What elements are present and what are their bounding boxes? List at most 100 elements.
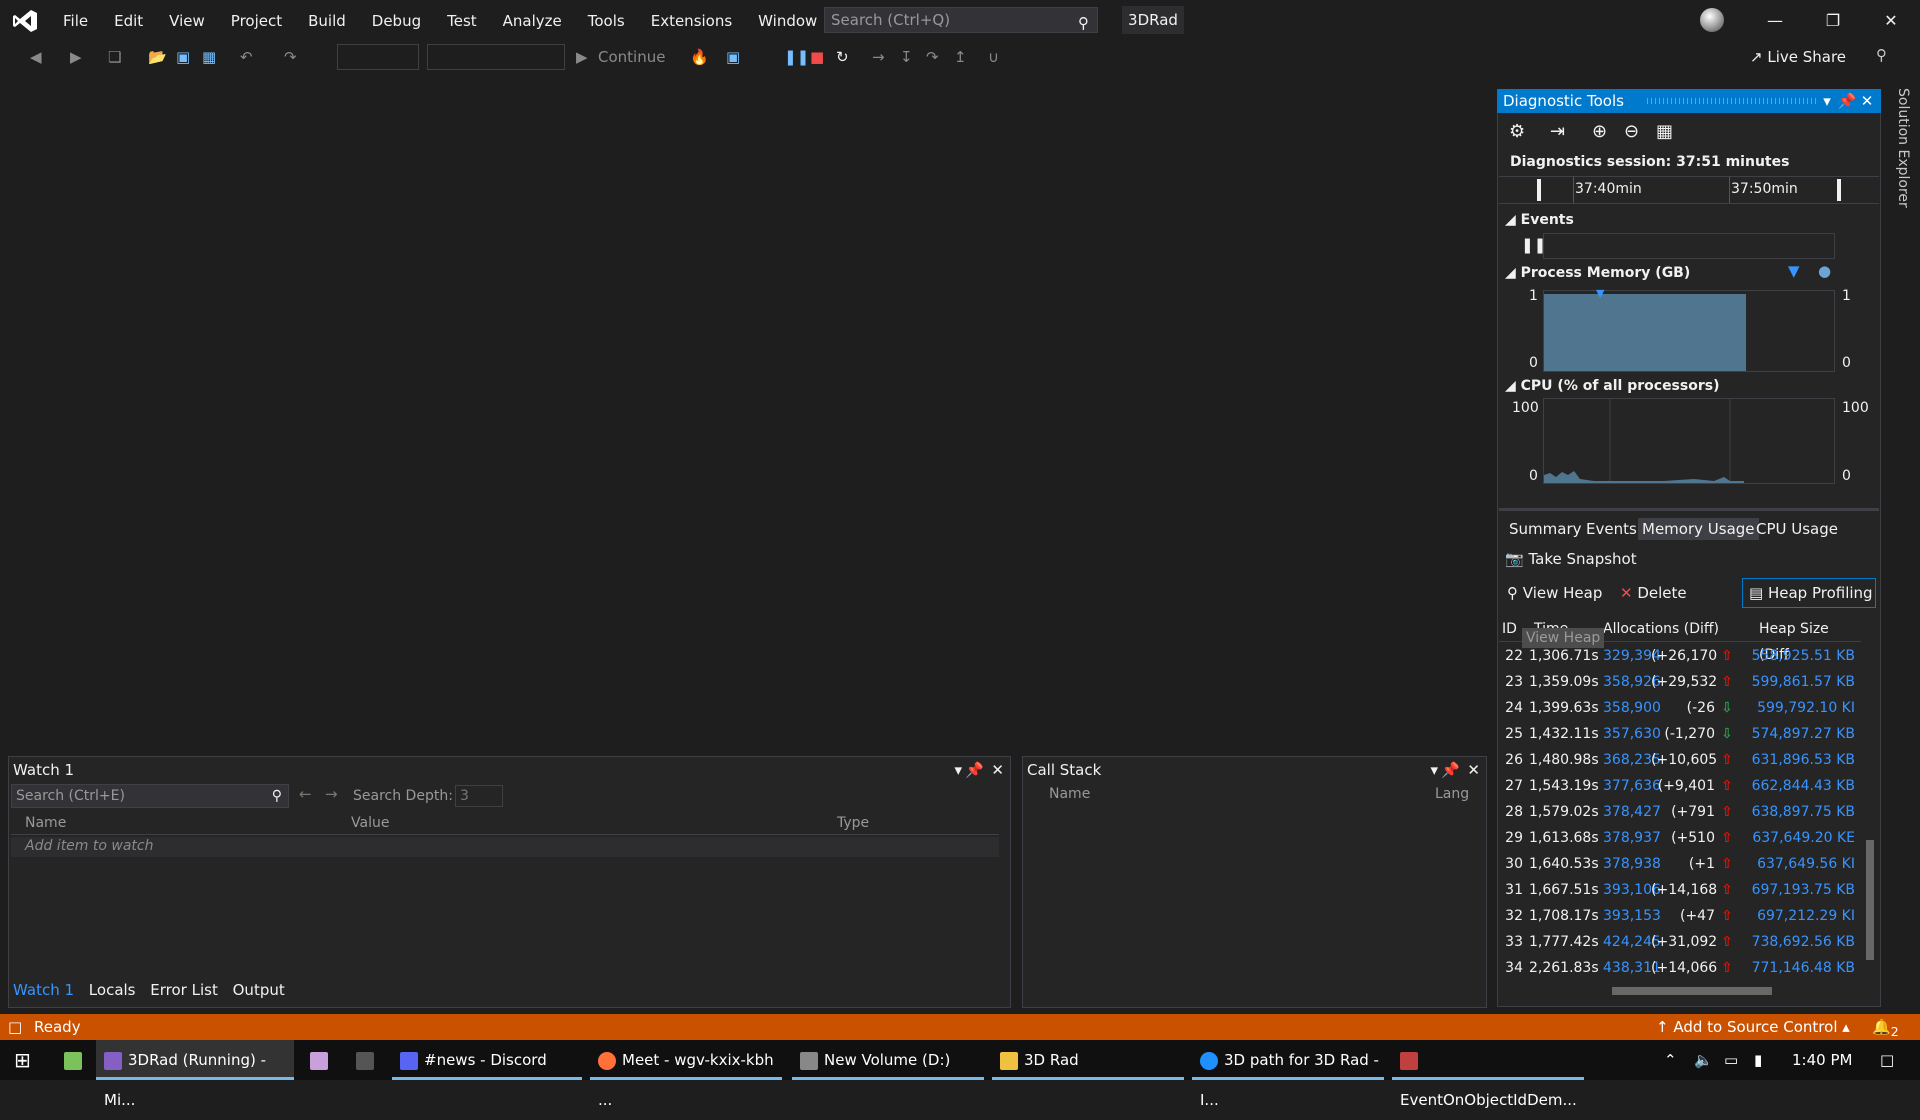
- screenshot-icon[interactable]: ▣: [726, 46, 740, 68]
- live-share-button[interactable]: ↗ Live Share: [1750, 48, 1846, 66]
- menu-debug[interactable]: Debug: [359, 0, 434, 42]
- snapshot-allocations-link[interactable]: 368,235: [1603, 747, 1661, 773]
- taskbar-item-firefox[interactable]: Meet - wgv-kxix-kbh ...: [590, 1040, 782, 1109]
- col-id[interactable]: ID: [1502, 616, 1517, 642]
- export-icon[interactable]: ⇥: [1550, 121, 1565, 142]
- menu-edit[interactable]: Edit: [101, 0, 156, 42]
- tab-summary[interactable]: Summary: [1509, 520, 1582, 538]
- menu-extensions[interactable]: Extensions: [638, 0, 745, 42]
- snipping-tool-icon[interactable]: [348, 1040, 380, 1080]
- pin-icon[interactable]: 📌: [1441, 761, 1460, 779]
- tab-output[interactable]: Output: [233, 981, 285, 999]
- feedback-icon[interactable]: ⚲: [1876, 46, 1887, 64]
- tab-error-list[interactable]: Error List: [150, 981, 218, 999]
- watch-search-input[interactable]: Search (Ctrl+E) ⚲: [11, 784, 289, 808]
- taskbar-item-3drad[interactable]: 3D Rad: [992, 1040, 1184, 1080]
- col-allocations[interactable]: Allocations (Diff): [1603, 616, 1719, 642]
- continue-icon[interactable]: ▶: [576, 46, 588, 68]
- snapshot-row[interactable]: 30 1,640.53s 378,938 (+1 ⇧ 637,649.56 KI: [1499, 851, 1857, 877]
- snapshot-allocations-link[interactable]: 378,427: [1603, 799, 1661, 825]
- snapshot-row[interactable]: 29 1,613.68s 378,937 (+510 ⇧ 637,649.20 KE: [1499, 825, 1857, 851]
- settings-icon[interactable]: ⚙: [1509, 121, 1525, 142]
- pin-icon[interactable]: 📌: [965, 761, 984, 779]
- save-all-icon[interactable]: ▦: [202, 46, 216, 68]
- col-value[interactable]: Value: [351, 815, 389, 831]
- delete-button[interactable]: ✕ Delete: [1620, 584, 1687, 602]
- restart-icon[interactable]: ↻: [836, 46, 849, 68]
- search-depth-select[interactable]: 3: [455, 785, 503, 807]
- snapshot-allocations-link[interactable]: 378,937: [1603, 825, 1661, 851]
- snapshot-heap-size-link[interactable]: 771,146.48 KB: [1741, 955, 1855, 981]
- action-center-icon[interactable]: □: [1872, 1040, 1894, 1080]
- events-section-header[interactable]: ◢ Events: [1505, 212, 1574, 228]
- snapshot-allocations-link[interactable]: 424,245: [1603, 929, 1661, 955]
- menu-tools[interactable]: Tools: [575, 0, 638, 42]
- show-next-statement-icon[interactable]: →: [872, 46, 885, 68]
- tab-cpu-usage[interactable]: CPU Usage: [1756, 520, 1838, 538]
- close-icon[interactable]: ✕: [991, 761, 1004, 779]
- taskbar-item-visual-studio[interactable]: 3DRad (Running) - Mi...: [96, 1040, 294, 1109]
- snapshot-allocations-link[interactable]: 438,311: [1603, 955, 1661, 981]
- undo-icon[interactable]: ↶: [240, 46, 253, 68]
- zoom-in-icon[interactable]: ⊕: [1592, 121, 1607, 142]
- add-item-placeholder[interactable]: Add item to watch: [25, 838, 153, 854]
- snapshot-scrollbar[interactable]: [1863, 616, 1877, 980]
- chart-icon[interactable]: ▦: [1656, 121, 1673, 142]
- volume-icon[interactable]: 🔈: [1686, 1040, 1713, 1080]
- tab-locals[interactable]: Locals: [89, 981, 136, 999]
- stop-icon[interactable]: ■: [810, 46, 824, 68]
- splitter[interactable]: [1499, 508, 1879, 511]
- take-snapshot-button[interactable]: 📷 Take Snapshot: [1505, 550, 1637, 568]
- configuration-dropdown[interactable]: [337, 44, 419, 70]
- watch-row[interactable]: Add item to watch: [11, 837, 999, 857]
- col-lang[interactable]: Lang: [1435, 786, 1469, 802]
- heap-profiling-toggle[interactable]: ▤ Heap Profiling: [1742, 578, 1876, 608]
- snapshot-allocations-link[interactable]: 358,900: [1603, 695, 1661, 721]
- menu-project[interactable]: Project: [218, 0, 295, 42]
- tab-events[interactable]: Events: [1586, 520, 1637, 538]
- snapshot-heap-size-link[interactable]: 599,861.57 KB: [1741, 669, 1855, 695]
- clock[interactable]: 1:40 PM: [1784, 1040, 1852, 1080]
- cpu-section-header[interactable]: ◢ CPU (% of all processors): [1505, 378, 1719, 394]
- network-icon[interactable]: ▭: [1716, 1040, 1738, 1080]
- snapshot-row[interactable]: 28 1,579.02s 378,427 (+791 ⇧ 638,897.75 KB: [1499, 799, 1857, 825]
- zoom-out-icon[interactable]: ⊖: [1624, 121, 1639, 142]
- pause-icon[interactable]: ❚❚: [784, 46, 809, 68]
- snapshot-heap-size-link[interactable]: 637,649.56 KI: [1741, 851, 1855, 877]
- snapshot-heap-size-link[interactable]: 738,692.56 KB: [1741, 929, 1855, 955]
- step-over-icon[interactable]: ↷: [926, 46, 939, 68]
- app-icon[interactable]: [302, 1040, 334, 1080]
- snapshot-allocations-link[interactable]: 378,938: [1603, 851, 1661, 877]
- platform-dropdown[interactable]: [427, 44, 565, 70]
- menu-build[interactable]: Build: [295, 0, 359, 42]
- dropdown-icon[interactable]: ▾: [1430, 761, 1438, 779]
- close-icon[interactable]: ✕: [1467, 761, 1480, 779]
- add-to-source-control-button[interactable]: ↑ Add to Source Control ▴: [1656, 1014, 1850, 1040]
- tray-chevron-icon[interactable]: ⌃: [1656, 1040, 1677, 1080]
- close-panel-icon[interactable]: ✕: [1857, 89, 1877, 113]
- snapshot-row[interactable]: 31 1,667.51s 393,106 (+14,168 ⇧ 697,193.75 KB: [1499, 877, 1857, 903]
- dropdown-icon[interactable]: ▾: [954, 761, 962, 779]
- minimize-icon[interactable]: —: [1746, 0, 1804, 42]
- horizontal-scrollbar[interactable]: [1600, 985, 1846, 997]
- visual-studio-logo-icon[interactable]: [0, 0, 50, 42]
- timeline-start-handle[interactable]: [1537, 179, 1541, 201]
- snapshot-row[interactable]: 34 2,261.83s 438,311 (+14,066 ⇧ 771,146.48 KB: [1499, 955, 1857, 981]
- snapshot-allocations-link[interactable]: 393,106: [1603, 877, 1661, 903]
- snapshot-row[interactable]: 27 1,543.19s 377,636 (+9,401 ⇧ 662,844.43 KB: [1499, 773, 1857, 799]
- hot-reload-icon[interactable]: 🔥: [690, 46, 709, 68]
- col-name[interactable]: Name: [1049, 786, 1090, 802]
- menu-view[interactable]: View: [156, 0, 218, 42]
- battery-icon[interactable]: ▮: [1746, 1040, 1762, 1080]
- snapshot-allocations-link[interactable]: 329,394: [1603, 643, 1661, 669]
- snapshot-row[interactable]: 32 1,708.17s 393,153 (+47 ⇧ 697,212.29 KI: [1499, 903, 1857, 929]
- snapshot-allocations-link[interactable]: 377,636: [1603, 773, 1661, 799]
- solution-explorer-tab[interactable]: Solution Explorer: [1885, 88, 1911, 218]
- taskbar-item-explorer[interactable]: New Volume (D:): [792, 1040, 984, 1080]
- timeline-end-handle[interactable]: [1837, 179, 1841, 201]
- taskbar-item-app[interactable]: EventOnObjectIdDem...: [1392, 1040, 1584, 1109]
- snapshot-row[interactable]: 26 1,480.98s 368,235 (+10,605 ⇧ 631,896.53 KB: [1499, 747, 1857, 773]
- snapshot-row[interactable]: 24 1,399.63s 358,900 (-26 ⇩ 599,792.10 KI: [1499, 695, 1857, 721]
- forward-icon[interactable]: →: [325, 785, 338, 803]
- snapshot-heap-size-link[interactable]: 697,193.75 KB: [1741, 877, 1855, 903]
